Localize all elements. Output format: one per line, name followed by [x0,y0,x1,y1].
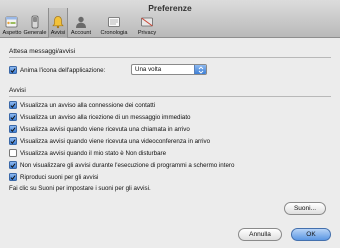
history-icon [107,14,122,29]
alert-option-label: Visualizza un avviso alla ricezione di u… [20,113,191,121]
chevron-updown-icon [194,65,206,74]
appearance-icon [5,14,20,29]
tab-privacy[interactable]: Privacy [134,8,160,38]
ok-button[interactable]: OK [291,228,331,241]
checkmark-icon [10,67,16,73]
checkmark-icon [10,138,16,144]
group-divider [9,96,331,97]
tab-label: Avvisi [50,30,66,36]
tab-cronologia[interactable]: Cronologia [94,8,134,38]
animate-frequency-value: Una volta [135,66,162,73]
preferences-toolbar: Aspetto Generale Avvisi Account Cronolog… [2,8,160,38]
alert-option-label: Visualizza un avviso alla connessione de… [20,101,156,109]
checkmark-icon [10,126,16,132]
tab-label: Aspetto [2,30,22,36]
alert-option-checkbox[interactable] [9,149,17,157]
animate-frequency-select[interactable]: Una volta [131,64,207,75]
alert-option-checkbox[interactable] [9,161,17,169]
alert-option-checkbox[interactable] [9,173,17,181]
alert-option-row: Visualizza avvisi quando viene ricevuta … [9,124,190,134]
cancel-button[interactable]: Annulla [238,228,282,241]
tab-label: Account [70,30,92,36]
alert-option-row: Visualizza avvisi quando viene ricevuta … [9,136,210,146]
alert-option-checkbox[interactable] [9,125,17,133]
alerts-group-title: Avvisi [9,87,26,94]
group-divider [9,57,331,58]
preferences-window: Preferenze Aspetto Generale Avvisi Accou… [0,0,340,248]
title-bar: Preferenze Aspetto Generale Avvisi Accou… [0,0,340,38]
tab-account[interactable]: Account [68,8,94,38]
tab-label: Generale [23,30,47,36]
sounds-hint-text: Fai clic su Suoni per impostare i suoni … [9,185,151,192]
alert-option-label: Non visualizzare gli avvisi durante l'es… [20,161,235,169]
privacy-icon [140,14,155,29]
alert-option-label: Visualizza avvisi quando viene ricevuta … [20,125,190,133]
tab-avvisi[interactable]: Avvisi [48,8,68,38]
tab-label: Cronologia [100,30,128,36]
waiting-group-title: Attesa messaggi/avvisi [9,48,76,55]
alert-option-label: Visualizza avvisi quando il mio stato è … [20,149,167,157]
tab-generale[interactable]: Generale [22,8,48,38]
sounds-button[interactable]: Suoni... [284,202,326,215]
alert-option-row: Visualizza un avviso alla connessione de… [9,100,155,110]
checkmark-icon [10,102,16,108]
user-icon [74,14,89,29]
general-switch-icon [28,14,43,29]
animate-icon-label: Anima l'icona dell'applicazione: [20,66,106,74]
checkmark-icon [10,114,16,120]
checkmark-icon [10,174,16,180]
alert-option-label: Riproduci suoni per gli avvisi [20,173,99,181]
alert-option-row: Riproduci suoni per gli avvisi [9,172,98,182]
alert-option-row: Visualizza avvisi quando il mio stato è … [9,148,166,158]
animate-icon-row: Anima l'icona dell'applicazione: [9,65,105,75]
alert-option-row: Visualizza un avviso alla ricezione di u… [9,112,190,122]
alert-option-checkbox[interactable] [9,137,17,145]
tab-aspetto[interactable]: Aspetto [2,8,22,38]
bell-icon [51,14,66,29]
alert-option-checkbox[interactable] [9,113,17,121]
animate-icon-checkbox[interactable] [9,66,17,74]
tab-label: Privacy [137,30,157,36]
alert-option-checkbox[interactable] [9,101,17,109]
alert-option-label: Visualizza avvisi quando viene ricevuta … [20,137,211,145]
alert-option-row: Non visualizzare gli avvisi durante l'es… [9,160,234,170]
checkmark-icon [10,162,16,168]
